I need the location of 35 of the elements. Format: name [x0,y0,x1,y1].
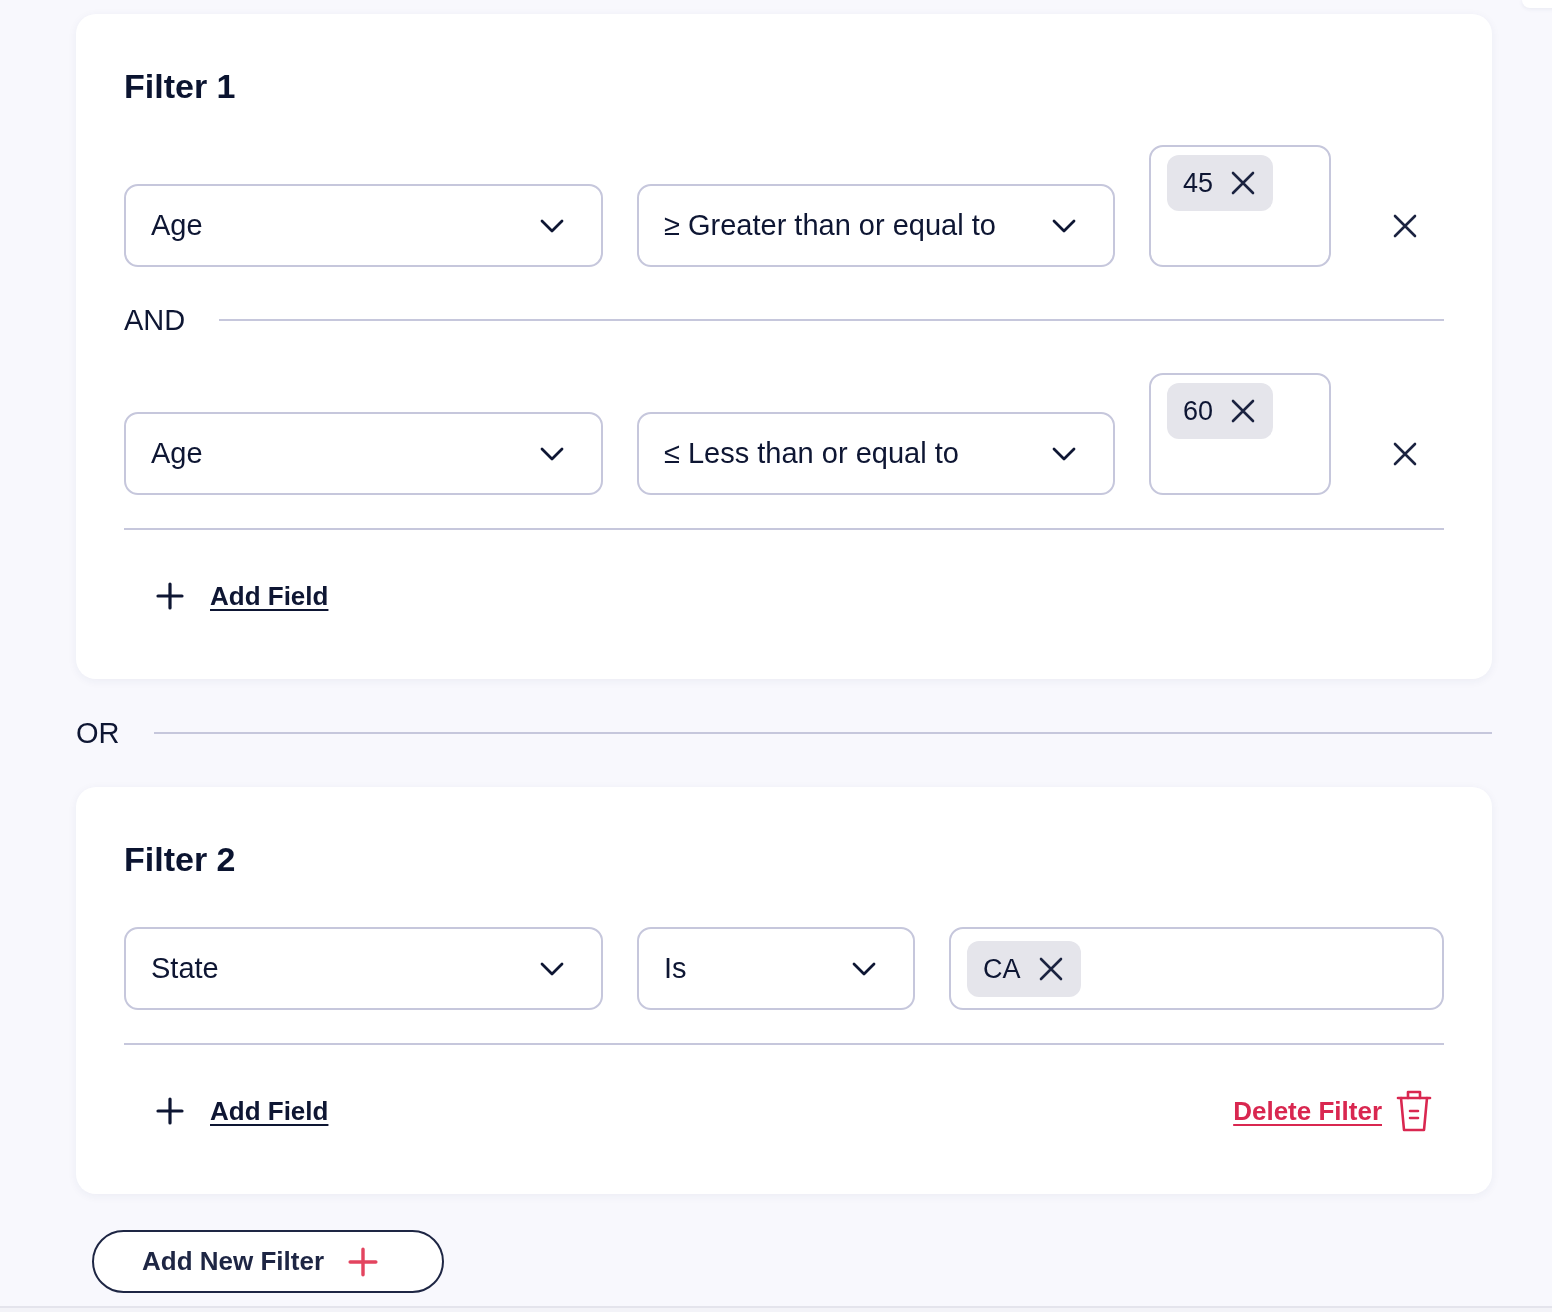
close-icon[interactable] [1231,399,1256,423]
plus-icon [156,1097,184,1125]
operator-select[interactable]: ≤ Less than or equal to [637,412,1115,495]
close-icon[interactable] [1392,213,1417,238]
close-icon[interactable] [1392,441,1417,466]
plus-icon [156,582,184,610]
value-field[interactable]: CA [949,927,1444,1010]
plus-icon [348,1246,378,1277]
field-select[interactable]: State [124,927,603,1010]
filter-title: Filter 2 [124,843,236,875]
chevron-down-icon [1052,446,1076,461]
close-icon[interactable] [1038,957,1063,981]
field-select[interactable]: Age [124,184,603,267]
tag-text: 45 [1183,167,1214,199]
chevron-down-icon [540,961,564,976]
chevron-down-icon [1052,218,1076,233]
filter-title: Filter 1 [124,70,236,102]
logic-label: OR [76,718,120,748]
value-field[interactable]: 45 [1149,145,1331,267]
add-field-link[interactable]: Add Field [210,1098,329,1124]
value-field[interactable]: 60 [1149,373,1331,495]
operator-select[interactable]: ≥ Greater than or equal to [637,184,1115,267]
add-filter-button[interactable]: Add New Filter [92,1230,444,1293]
field-select[interactable]: Age [124,412,603,495]
add-field-link[interactable]: Add Field [210,583,329,609]
delete-filter-link[interactable]: Delete Filter [1233,1098,1382,1124]
trash-icon[interactable] [1396,1089,1432,1133]
operator-select[interactable]: Is [637,927,915,1010]
chevron-down-icon [852,961,876,976]
logic-label: AND [124,305,186,335]
tag-text: CA [983,953,1021,985]
chevron-down-icon [540,218,564,233]
tag-text: 60 [1183,395,1214,427]
close-icon[interactable] [1231,171,1256,195]
chevron-down-icon [540,446,564,461]
